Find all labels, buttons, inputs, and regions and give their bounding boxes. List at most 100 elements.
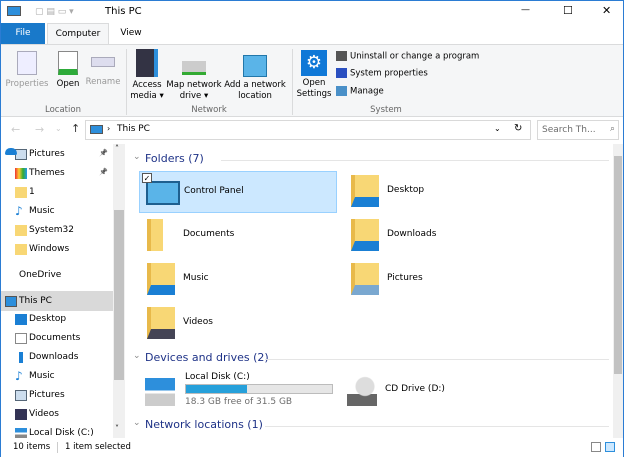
search-input[interactable]: Search Th... ⌕ [537,120,619,140]
rename-button[interactable]: Rename [85,49,121,88]
folder-item[interactable]: Desktop [343,171,541,213]
divider [57,442,58,453]
drive-item-cd-drive[interactable]: CD Drive (D:) [343,372,503,412]
drive-usage-bar [185,384,333,394]
sidebar-item[interactable]: Themes [29,164,65,182]
group-header-devices[interactable]: Devices and drives (2) [145,351,269,364]
pin-icon[interactable]: 📌 [99,168,108,176]
system-properties-icon [336,68,347,78]
onedrive-icon [5,148,17,155]
drive-item-local-disk[interactable]: Local Disk (C:) 18.3 GB free of 31.5 GB [141,372,341,412]
scroll-down-button[interactable]: ˅ [115,424,119,433]
scroll-thumb[interactable] [614,156,622,374]
folder-icon [15,225,27,236]
tab-computer[interactable]: Computer [47,23,109,44]
folder-item[interactable]: Pictures [343,259,541,301]
sidebar-item[interactable]: Windows [29,240,69,258]
uninstall-program-button[interactable]: Uninstall or change a program [336,51,479,63]
open-settings-button[interactable]: ⚙ Open Settings [295,49,333,100]
sidebar-item[interactable]: This PC [19,292,52,310]
folder-item[interactable]: Music [139,259,337,301]
close-button[interactable]: ✕ [602,4,611,17]
divider [265,359,609,360]
this-pc-icon [5,296,17,307]
system-properties-button[interactable]: System properties [336,68,428,80]
details-view-button[interactable] [591,442,601,452]
divider [292,49,293,115]
maximize-button[interactable]: ☐ [563,4,573,17]
tab-file[interactable]: File [1,23,45,44]
documents-icon [147,219,175,251]
music-icon [147,263,175,295]
folder-label: Downloads [387,229,437,239]
folder-item[interactable]: Videos [139,303,337,345]
scroll-up-button[interactable]: ˄ [115,144,119,153]
open-button[interactable]: Open [53,49,83,90]
folder-item[interactable]: Documents [139,215,337,257]
selection-checkbox[interactable]: ✓ [142,173,152,183]
open-icon [58,51,78,75]
large-icons-view-button[interactable] [605,442,615,452]
folder-icon [15,187,27,198]
address-bar-row: ← → ⌄ ↑ › This PC ⌄ ↻ Search Th... ⌕ [1,117,623,144]
tab-view[interactable]: View [111,23,151,44]
access-media-button[interactable]: Access media ▾ [129,49,165,102]
downloads-icon [15,352,27,363]
collapse-folders-icon[interactable]: ⌄ [133,152,141,162]
add-network-location-button[interactable]: Add a network location [223,49,287,102]
sidebar-item[interactable]: System32 [29,221,74,239]
map-network-drive-button[interactable]: Map network drive ▾ [166,49,222,102]
folder-item[interactable]: Downloads [343,215,541,257]
downloads-icon [351,219,379,251]
minimize-button[interactable]: — [521,5,530,15]
drive-free-space: 18.3 GB free of 31.5 GB [185,397,293,407]
collapse-devices-icon[interactable]: ⌄ [133,351,141,361]
sidebar-item[interactable]: Downloads [29,348,78,366]
sidebar-scrollbar[interactable]: ˄ ˅ [113,144,125,438]
scroll-thumb[interactable] [114,210,124,380]
properties-icon [17,51,37,75]
sidebar-item[interactable]: OneDrive [19,266,61,284]
manage-button[interactable]: Manage [336,86,384,98]
sidebar-item[interactable]: Desktop [29,310,66,328]
recent-locations-button[interactable]: ⌄ [55,124,62,133]
sidebar-item[interactable]: Pictures [29,145,65,163]
forward-button[interactable]: → [35,123,44,136]
ribbon-tabs: File Computer View [1,23,623,44]
pin-icon[interactable]: 📌 [99,149,108,157]
sidebar-item[interactable]: Videos [29,405,59,423]
group-label-system: System [370,105,402,115]
back-button[interactable]: ← [11,123,20,136]
sidebar-item[interactable]: 1 [29,183,35,201]
properties-button[interactable]: Properties [5,49,49,90]
selection-highlight [1,291,113,311]
folder-item[interactable]: ✓ Control Panel [139,171,337,213]
group-header-network[interactable]: Network locations (1) [145,418,263,431]
sidebar-item[interactable]: Music [29,202,55,220]
sidebar-item[interactable]: Documents [29,329,80,347]
folder-label: Control Panel [184,186,244,196]
up-button[interactable]: ↑ [71,122,80,135]
pictures-icon [15,390,27,401]
drive-label: CD Drive (D:) [385,384,445,394]
this-pc-icon [7,6,21,16]
navigation-pane: ˄ ˅ Pictures 📌 Themes 📌 1 ♪ Music System32 Windo… [1,144,125,439]
address-field[interactable]: › This PC ⌄ ↻ [85,120,531,140]
quick-access-toolbar[interactable]: ▢ ▤ ▭ ▾ [35,7,91,19]
group-header-folders[interactable]: Folders (7) [145,152,204,165]
desktop-icon [351,175,379,207]
group-label-location: Location [45,105,81,115]
themes-icon [15,168,27,179]
ribbon: Properties Open Rename Location Access m… [1,44,623,117]
sidebar-item[interactable]: Pictures [29,386,65,404]
documents-icon [15,333,27,344]
collapse-network-icon[interactable]: ⌄ [133,418,141,428]
folder-label: Documents [183,229,235,239]
sidebar-item[interactable]: Music [29,367,55,385]
folder-label: Videos [183,317,213,327]
address-dropdown-icon[interactable]: ⌄ [494,124,501,133]
window-title: This PC [105,6,142,17]
refresh-button[interactable]: ↻ [514,123,522,134]
content-scrollbar[interactable] [613,144,623,438]
search-icon: ⌕ [609,124,615,134]
